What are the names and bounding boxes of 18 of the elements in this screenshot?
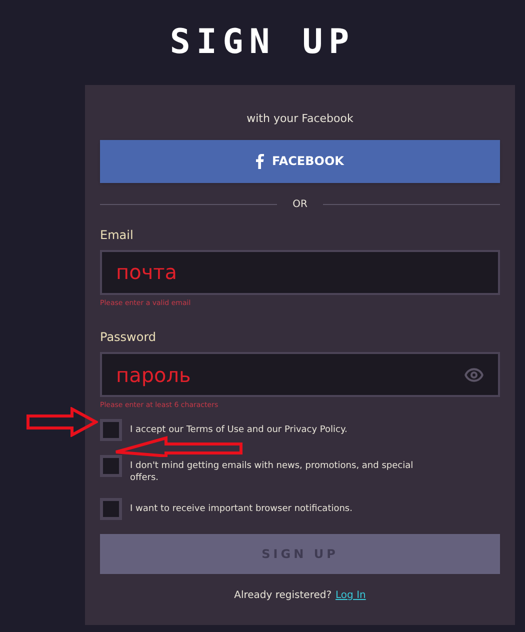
field-label: Password	[100, 329, 158, 346]
login-link[interactable]: Log In	[336, 588, 366, 602]
facebook-icon	[256, 154, 264, 168]
password-field[interactable]: пароль	[100, 352, 500, 397]
checkbox[interactable]	[100, 498, 122, 520]
checkbox[interactable]	[100, 454, 122, 476]
email-field[interactable]: почта	[100, 250, 500, 294]
checkbox-label: I don't mind getting emails with news, promotions, and special offers.	[130, 460, 414, 484]
field-label: Email	[100, 226, 134, 244]
checkbox[interactable]	[100, 418, 122, 440]
or-separator: OR	[292, 198, 308, 212]
checkbox-label: I accept our Terms of Use and our Privacy Policy.	[130, 424, 348, 436]
facebook-caption: with your Facebook	[246, 111, 354, 127]
page-title: SIGN UP	[170, 21, 356, 64]
facebook-button[interactable]: FACEBOOK	[100, 140, 500, 182]
footer-text: Already registered?	[234, 588, 332, 602]
arrow-annotation	[26, 407, 98, 437]
checkbox-label: I want to receive important browser notifications.	[130, 502, 352, 514]
